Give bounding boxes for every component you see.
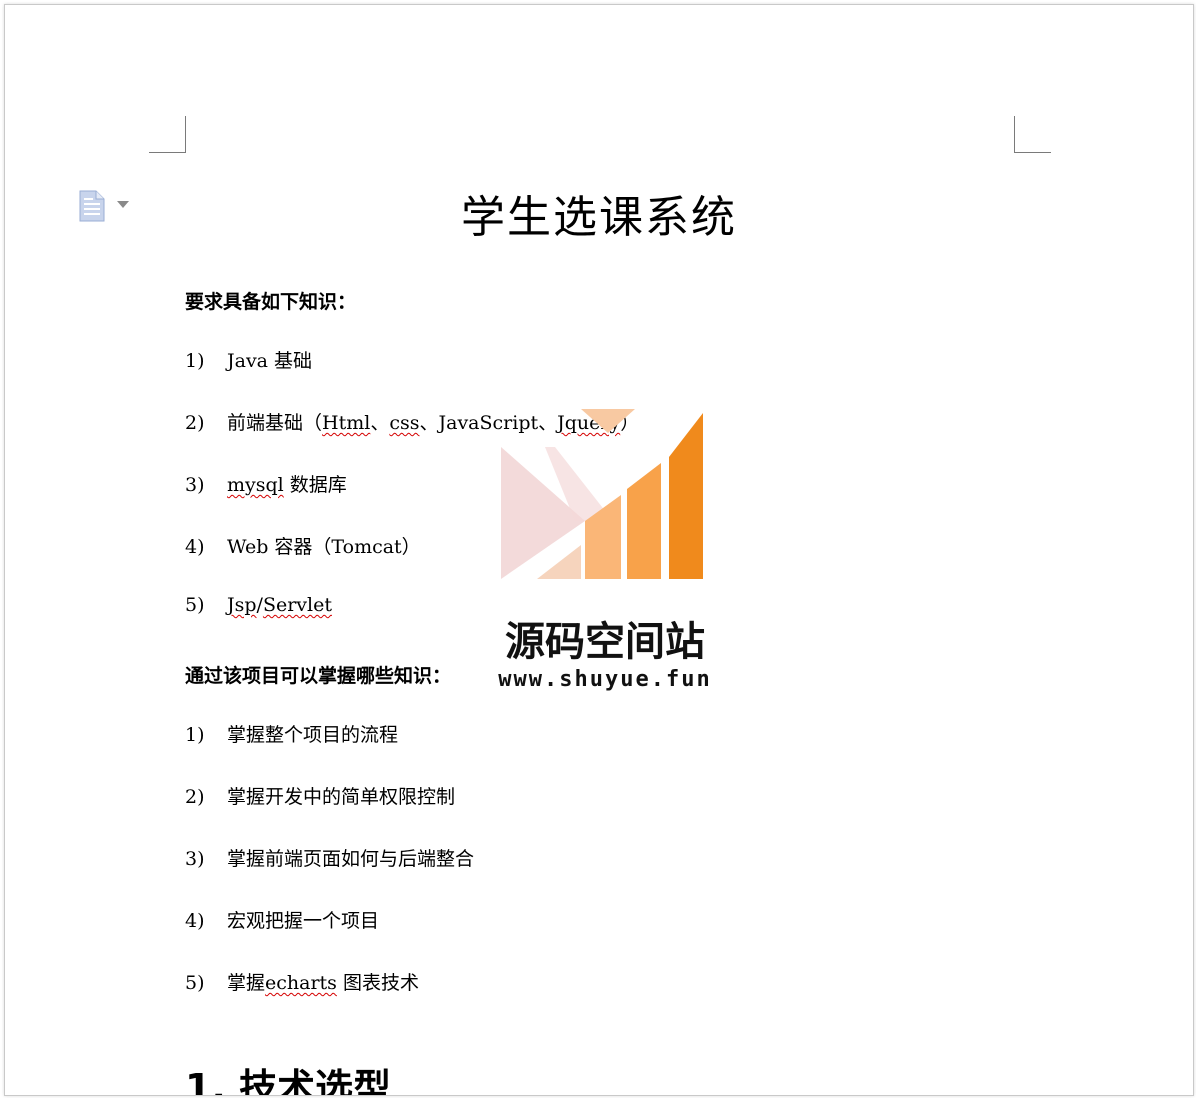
heading-1: 1. 技术选型 [185, 1066, 392, 1096]
list-item: 5) Jsp/Servlet [185, 594, 332, 616]
list-number: 4) [185, 536, 205, 558]
list-text: 掌握 [227, 972, 266, 994]
list-item: 4) Web 容器（Tomcat） [185, 532, 421, 559]
list-number: 5) [185, 594, 205, 616]
list-text: Java 基础 [227, 350, 313, 372]
spellcheck-word: echarts [265, 972, 337, 994]
spellcheck-word: Servlet [262, 594, 332, 616]
list-item: 3) mysql 数据库 [185, 470, 347, 497]
spellcheck-word: Html [322, 412, 371, 434]
list-number: 2) [185, 412, 205, 434]
list-item: 2) 掌握开发中的简单权限控制 [185, 782, 455, 809]
list-item: 4) 宏观把握一个项目 [185, 906, 379, 933]
watermark-logo [501, 409, 703, 579]
list-number: 3) [185, 474, 205, 496]
list-text: 宏观把握一个项目 [227, 910, 380, 932]
list-item: 1) Java 基础 [185, 346, 312, 373]
list-item: 1) 掌握整个项目的流程 [185, 720, 398, 747]
list-text: 掌握开发中的简单权限控制 [227, 786, 456, 808]
list-text: 前端基础（ [227, 412, 323, 434]
spellcheck-word: mysql [227, 474, 284, 496]
list-number: 1) [185, 724, 205, 746]
watermark-name: 源码空间站 [505, 619, 705, 665]
watermark: 源码空间站 www.shuyue.fun [485, 405, 725, 705]
list-number: 1) [185, 350, 205, 372]
list-text: 掌握整个项目的流程 [227, 724, 399, 746]
list-text: 掌握前端页面如何与后端整合 [227, 848, 475, 870]
document-title: 学生选课系统 [461, 192, 737, 243]
list-item: 3) 掌握前端页面如何与后端整合 [185, 844, 474, 871]
crop-mark-top-right [1014, 116, 1051, 153]
list-text: 数据库 [283, 474, 347, 496]
list-number: 2) [185, 786, 205, 808]
list-text: 、 [370, 412, 390, 434]
watermark-url: www.shuyue.fun [498, 667, 712, 692]
crop-mark-top-left [149, 116, 186, 153]
list-item: 5) 掌握echarts 图表技术 [185, 968, 419, 995]
list-number: 4) [185, 910, 205, 932]
list-text: Web 容器（Tomcat） [227, 536, 421, 558]
spellcheck-word: Jsp [227, 594, 257, 616]
section-heading-outcomes: 通过该项目可以掌握哪些知识： [185, 665, 452, 687]
section-heading-requirements: 要求具备如下知识： [185, 291, 357, 313]
list-number: 3) [185, 848, 205, 870]
list-number: 5) [185, 972, 205, 994]
document-page: 学生选课系统 要求具备如下知识： 1) Java 基础 2) 前端基础（Html、cs… [4, 4, 1194, 1096]
list-text: 图表技术 [336, 972, 419, 994]
spellcheck-word: css [389, 412, 420, 434]
